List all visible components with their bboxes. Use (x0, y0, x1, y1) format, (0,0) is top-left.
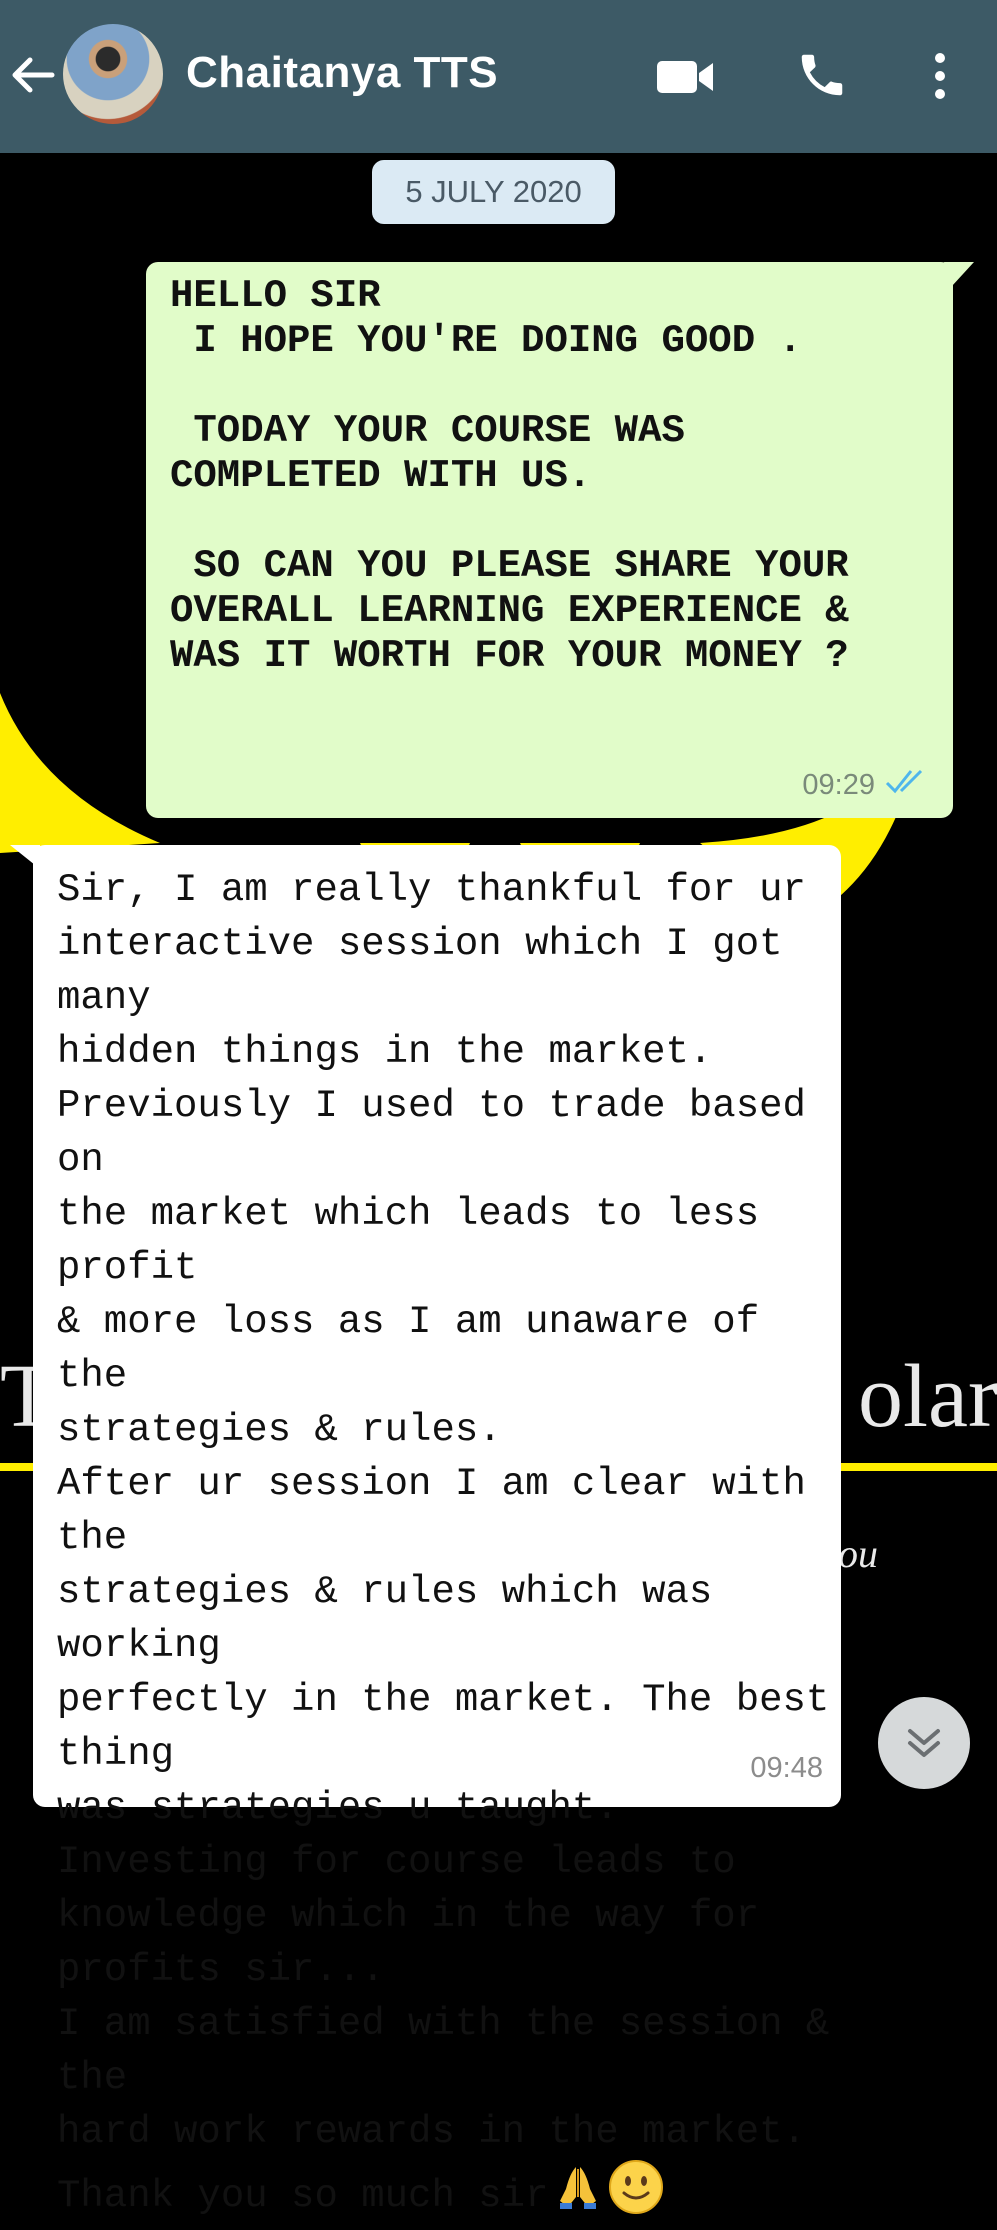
smiley-icon (608, 2159, 664, 2230)
read-receipt-icon (885, 767, 931, 800)
outgoing-message[interactable]: HELLO SIR I HOPE YOU'RE DOING GOOD . TOD… (146, 262, 953, 818)
scroll-to-bottom-button[interactable] (878, 1697, 970, 1789)
date-separator: 5 JULY 2020 (372, 160, 615, 224)
double-chevron-down-icon (908, 1729, 940, 1757)
folded-hands-icon (556, 2163, 600, 2228)
wallpaper-text-right: olar (858, 1347, 997, 1446)
video-call-icon[interactable] (655, 55, 717, 104)
contact-name[interactable]: Chaitanya TTS (186, 48, 498, 98)
avatar[interactable] (63, 24, 163, 124)
incoming-message[interactable]: Sir, I am really thankful for ur interac… (33, 845, 841, 2218)
back-arrow-icon[interactable] (8, 50, 58, 100)
phone-call-icon[interactable] (795, 48, 849, 107)
outgoing-message-text: HELLO SIR I HOPE YOU'RE DOING GOOD . TOD… (170, 274, 849, 678)
more-options-icon[interactable] (928, 50, 952, 107)
incoming-message-text: Sir, I am really thankful for ur interac… (57, 863, 847, 2230)
outgoing-message-time: 09:29 (802, 769, 875, 801)
incoming-message-time: 09:48 (750, 1752, 823, 1784)
chat-header: Chaitanya TTS (0, 0, 997, 153)
incoming-message-body: Sir, I am really thankful for ur interac… (57, 868, 830, 2218)
